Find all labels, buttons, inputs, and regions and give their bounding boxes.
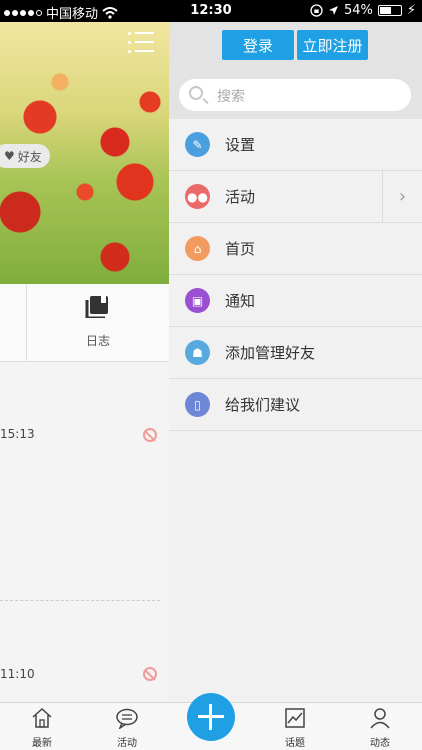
lock-rotation-icon [310,4,323,17]
edit-icon: ✎ [185,132,210,157]
tab-log[interactable]: 日志 [27,284,169,362]
battery-percent: 54% [343,3,373,18]
location-icon [328,6,338,15]
menu-item-label: 给我们建议 [225,396,301,414]
profile-tabs: 日志 [0,284,169,362]
friend-button[interactable]: ♥ 好友 [0,144,50,168]
bottom-tab-bar: 最新 活动 话题 动态 [0,693,422,750]
tab-feed-label: 动态 [370,738,390,749]
drawer-menu: ✎ 设置 ●● 活动 › ⌂ 首页 ▣ 通知 ☗ 添加管理好友 ▯ 给我们建议 [169,119,422,431]
login-button[interactable]: 登录 [222,30,294,60]
feed-time: 15:13 [0,427,35,441]
log-book-icon [85,296,108,318]
friend-label: 好友 [17,149,42,164]
menu-item-home[interactable]: ⌂ 首页 [169,223,422,275]
menu-item-settings[interactable]: ✎ 设置 [169,119,422,171]
menu-item-label: 设置 [225,136,256,154]
menu-list-icon[interactable] [128,30,154,54]
add-button[interactable] [187,693,235,741]
main-content-peek[interactable]: ♥ 好友 日志 15:13 11:10 [0,22,169,702]
chat-bubble-icon [116,708,138,729]
feed-list: 15:13 11:10 [0,362,169,702]
chevron-right-icon[interactable]: › [382,171,422,222]
tab-activity-label: 活动 [117,738,137,749]
chart-icon [285,708,305,728]
menu-item-notice[interactable]: ▣ 通知 [169,275,422,327]
menu-item-feedback[interactable]: ▯ 给我们建议 [169,379,422,431]
tab-latest-label: 最新 [32,738,52,749]
register-button[interactable]: 立即注册 [297,30,368,60]
tab-activity[interactable]: 活动 [97,703,157,750]
drawer-header: 登录 立即注册 搜索 [169,22,422,119]
status-bar: 中国移动 12:30 54% ⚡ [0,0,422,22]
tab-topics-label: 话题 [285,738,305,749]
notice-icon: ▣ [185,288,210,313]
side-drawer: 登录 立即注册 搜索 ✎ 设置 ●● 活动 › ⌂ 首页 ▣ 通知 ☗ 添加管理… [169,22,422,702]
home-outline-icon [32,707,52,728]
battery-icon [377,5,402,16]
person-icon [370,708,390,729]
status-right: 54% ⚡ [310,3,416,18]
search-icon [189,86,203,100]
search-placeholder: 搜索 [217,89,245,105]
tab-latest[interactable]: 最新 [12,703,72,750]
block-icon[interactable] [143,667,157,681]
menu-item-activity[interactable]: ●● 活动 › [169,171,422,223]
tab-topics[interactable]: 话题 [265,703,325,750]
battery-fill [379,7,391,14]
search-input[interactable]: 搜索 [179,79,411,111]
menu-item-label: 活动 [225,188,256,206]
phone-icon: ▯ [185,392,210,417]
heart-icon: ♥ [4,149,15,163]
charging-icon: ⚡ [406,3,416,18]
menu-item-label: 通知 [225,292,256,310]
friends-icon: ☗ [185,340,210,365]
tab-feed[interactable]: 动态 [350,703,410,750]
group-icon: ●● [185,184,210,209]
menu-item-label: 首页 [225,240,256,258]
menu-item-label: 添加管理好友 [225,344,316,362]
block-icon[interactable] [143,428,157,442]
tab-log-label: 日志 [85,334,110,348]
home-icon: ⌂ [185,236,210,261]
feed-time: 11:10 [0,667,35,681]
menu-item-manage-friends[interactable]: ☗ 添加管理好友 [169,327,422,379]
divider [0,600,160,601]
